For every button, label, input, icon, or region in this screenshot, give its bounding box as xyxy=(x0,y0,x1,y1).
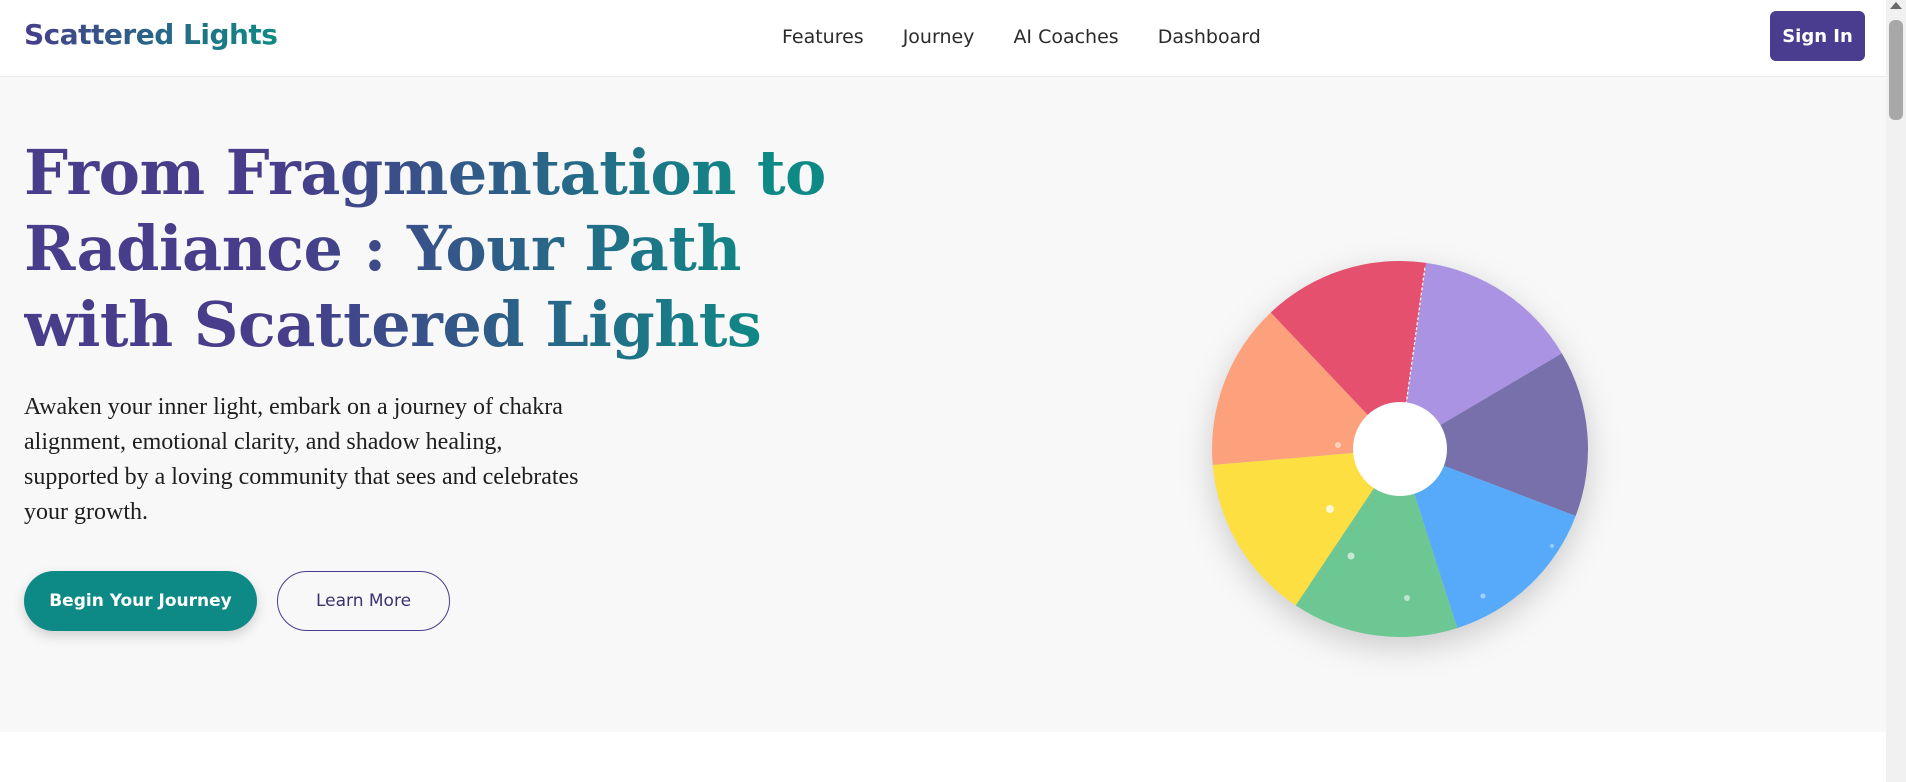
hero-section: From Fragmentation to Radiance : Your Pa… xyxy=(0,77,1886,732)
page-scrollbar[interactable] xyxy=(1886,0,1906,782)
sparkle-dot xyxy=(1550,544,1554,548)
main-nav: Features Journey AI Coaches Dashboard xyxy=(782,26,1300,48)
nav-link-features[interactable]: Features xyxy=(782,26,864,48)
sparkle-dot xyxy=(1404,595,1410,601)
wheel-center-circle xyxy=(1353,402,1447,496)
scroll-up-arrow-icon[interactable] xyxy=(1890,2,1902,9)
nav-link-journey[interactable]: Journey xyxy=(903,26,975,48)
sparkle-dot xyxy=(1326,505,1334,513)
hero-description: Awaken your inner light, embark on a jou… xyxy=(24,394,579,525)
scrollbar-thumb[interactable] xyxy=(1889,20,1903,120)
sparkle-dot xyxy=(1480,593,1486,599)
hero-title: From Fragmentation to Radiance : Your Pa… xyxy=(24,135,904,363)
site-header: Scattered Lights Features Journey AI Coa… xyxy=(0,0,1886,77)
brand-logo[interactable]: Scattered Lights xyxy=(24,18,278,51)
sparkle-dot xyxy=(1335,442,1341,448)
begin-journey-button[interactable]: Begin Your Journey xyxy=(24,571,257,631)
sparkle-dot xyxy=(1347,552,1355,560)
nav-link-dashboard[interactable]: Dashboard xyxy=(1158,26,1261,48)
learn-more-button[interactable]: Learn More xyxy=(277,571,450,631)
nav-link-ai-coaches[interactable]: AI Coaches xyxy=(1013,26,1118,48)
chakra-wheel xyxy=(1212,261,1589,638)
sign-in-button[interactable]: Sign In xyxy=(1770,11,1865,61)
